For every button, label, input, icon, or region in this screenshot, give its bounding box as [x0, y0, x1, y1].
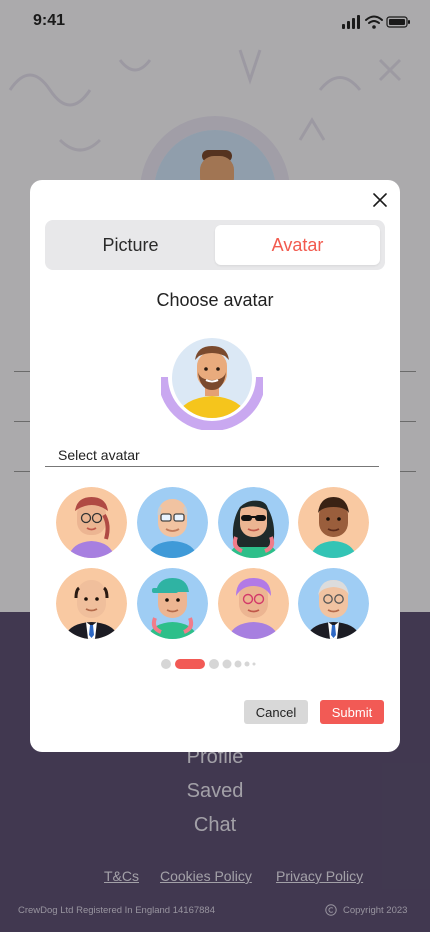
page-dot[interactable] — [252, 662, 256, 666]
page-dot[interactable] — [161, 659, 171, 669]
wifi-icon — [365, 15, 383, 24]
selected-avatar — [161, 338, 263, 430]
avatar-option-7[interactable] — [218, 568, 289, 639]
page-dot[interactable] — [222, 659, 232, 669]
avatar-option-2[interactable] — [137, 487, 208, 558]
avatar-grid — [56, 487, 376, 639]
avatar-modal: Picture Avatar Choose avatar Select avat… — [30, 180, 400, 752]
cancel-button[interactable]: Cancel — [244, 700, 308, 724]
signal-icon — [342, 15, 360, 29]
status-indicators — [342, 15, 410, 29]
status-bar: 9:41 — [0, 0, 430, 44]
avatar-option-4[interactable] — [298, 487, 369, 558]
status-time: 9:41 — [33, 12, 66, 29]
close-icon[interactable] — [368, 188, 392, 212]
battery-icon — [386, 16, 410, 28]
tab-avatar[interactable]: Avatar — [215, 225, 380, 265]
avatar-option-5[interactable] — [56, 568, 127, 639]
page-dot-active[interactable] — [175, 659, 205, 669]
page-dot[interactable] — [209, 659, 219, 669]
avatar-pagination — [161, 659, 256, 669]
page-dot[interactable] — [234, 660, 242, 668]
page-dot[interactable] — [244, 661, 250, 667]
modal-title: Choose avatar — [156, 290, 274, 310]
picture-avatar-switch: Picture Avatar — [45, 220, 385, 270]
select-avatar-label: Select avatar — [58, 447, 140, 463]
tab-picture[interactable]: Picture — [48, 225, 213, 265]
avatar-option-1[interactable] — [56, 487, 127, 558]
submit-button[interactable]: Submit — [320, 700, 384, 724]
avatar-option-8[interactable] — [298, 568, 369, 639]
avatar-option-3[interactable] — [218, 487, 289, 558]
select-avatar-divider — [45, 466, 379, 467]
avatar-option-6[interactable] — [137, 568, 208, 639]
